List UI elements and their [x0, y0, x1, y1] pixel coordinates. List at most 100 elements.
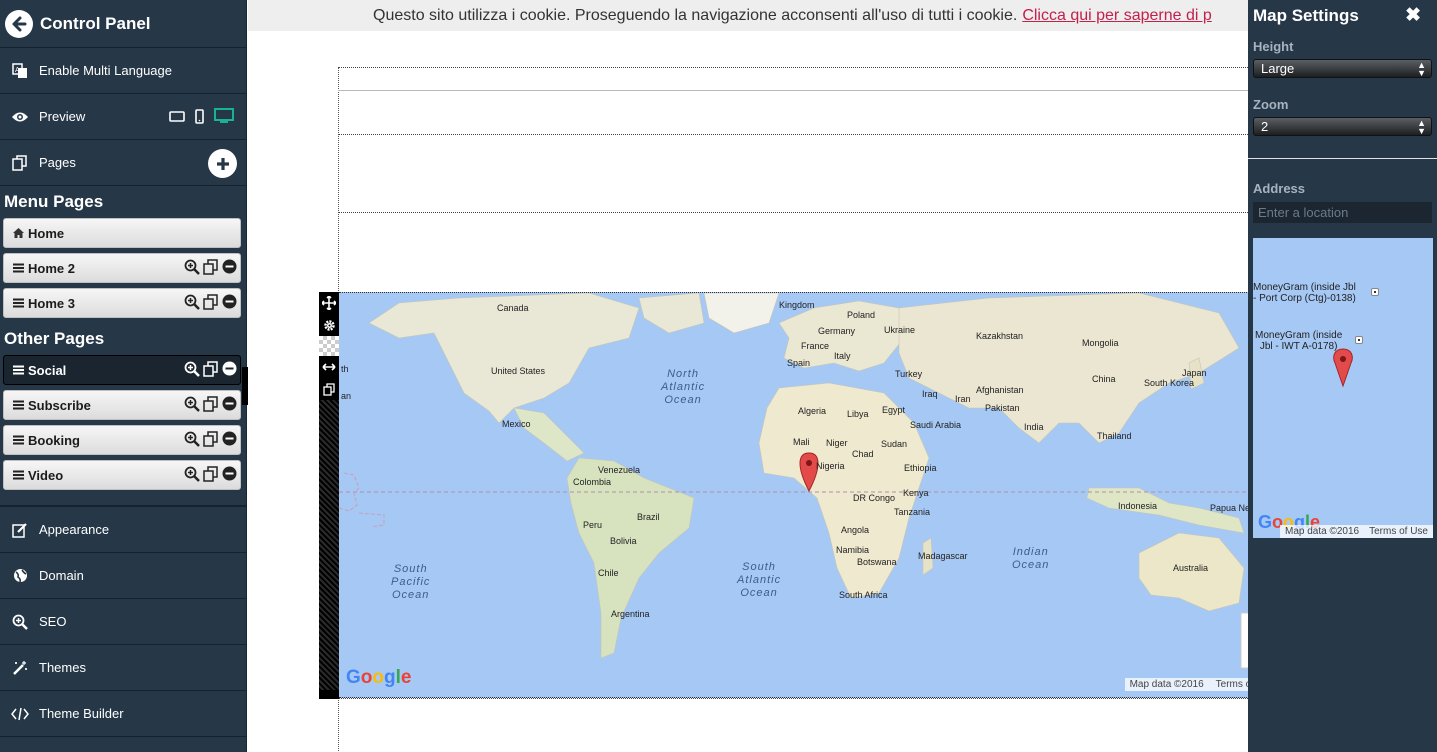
- copy-icon[interactable]: [203, 293, 219, 313]
- resize-horizontal-icon[interactable]: [319, 356, 339, 378]
- sidebar-item-themes[interactable]: Themes: [0, 645, 247, 691]
- zoom-select-value: 2: [1261, 119, 1269, 134]
- cookie-banner: Questo sito utilizza i cookie. Proseguen…: [248, 0, 1248, 31]
- remove-icon[interactable]: [222, 466, 237, 484]
- move-icon[interactable]: [319, 292, 339, 314]
- map-country-label: Peru: [583, 520, 603, 530]
- map-country-label: Niger: [826, 438, 848, 448]
- map-country-label: Iran: [955, 394, 971, 404]
- device-switcher: [169, 108, 234, 127]
- place-marker-dot[interactable]: [1355, 336, 1363, 344]
- map-country-label: Turkey: [895, 369, 923, 379]
- height-select-value: Large: [1261, 61, 1295, 76]
- page-actions: [184, 430, 237, 450]
- map-data-text: Map data ©2016: [1129, 679, 1204, 690]
- code-icon: [11, 705, 29, 723]
- tablet-landscape-icon[interactable]: [169, 110, 185, 125]
- mobile-icon[interactable]: [195, 108, 204, 127]
- map-country-label: Poland: [847, 310, 876, 320]
- menu-page-home[interactable]: Home: [3, 218, 241, 248]
- sidebar-item-seo[interactable]: SEO: [0, 599, 247, 645]
- address-preview-map[interactable]: MoneyGram (inside Jbl - Port Corp (Ctg)-…: [1253, 238, 1433, 538]
- map-country-label: Brazil: [637, 512, 660, 522]
- page-actions: [184, 465, 237, 485]
- map-country-label: th: [341, 364, 349, 374]
- other-page-video[interactable]: Video: [3, 460, 241, 490]
- cookie-more-link[interactable]: Clicca qui per saperne di p: [1022, 7, 1211, 24]
- world-map[interactable]: Canada United States Mexico Venezuela Colomb…: [339, 292, 1248, 698]
- address-input[interactable]: Enter a location: [1253, 202, 1432, 223]
- remove-icon[interactable]: [222, 361, 237, 379]
- map-country-label: Ethiopia: [904, 463, 937, 473]
- copy-icon[interactable]: [203, 258, 219, 278]
- map-settings-title: Map Settings: [1253, 5, 1359, 25]
- zoom-in-icon[interactable]: [184, 396, 200, 415]
- transparency-icon[interactable]: [319, 336, 339, 356]
- copy-icon[interactable]: [203, 395, 219, 415]
- section-divider: [338, 67, 1248, 68]
- zoom-in-icon[interactable]: [184, 294, 200, 313]
- map-country-label: India: [1024, 422, 1044, 432]
- other-page-subscribe[interactable]: Subscribe: [3, 390, 241, 420]
- map-data-text: Map data ©2016: [1285, 526, 1360, 537]
- map-country-label: Papua New: [1210, 503, 1248, 513]
- enable-multi-language-item[interactable]: A Enable Multi Language: [0, 48, 246, 94]
- sidebar-item-label: Appearance: [39, 522, 110, 537]
- copy-icon[interactable]: [203, 465, 219, 485]
- other-pages-list: Social Subscribe Booking Video: [0, 355, 246, 490]
- settings-gear-icon[interactable]: [319, 314, 339, 336]
- preview-item[interactable]: Preview: [0, 94, 246, 140]
- height-select[interactable]: Large ▲ ▼: [1253, 59, 1432, 78]
- zoom-in-icon[interactable]: [184, 361, 200, 380]
- magic-wand-icon: [11, 659, 29, 677]
- back-arrow-icon[interactable]: [5, 9, 33, 38]
- map-country-label: Iraq: [922, 389, 938, 399]
- duplicate-icon[interactable]: [319, 378, 339, 400]
- map-country-label: Italy: [834, 351, 851, 361]
- copy-icon[interactable]: [203, 360, 219, 380]
- map-country-label: Venezuela: [598, 465, 641, 475]
- add-page-button[interactable]: [208, 149, 237, 178]
- copy-icon[interactable]: [203, 430, 219, 450]
- sidebar-item-appearance[interactable]: Appearance: [0, 507, 247, 553]
- height-label: Height: [1253, 39, 1294, 54]
- magnifier-icon: [11, 613, 29, 631]
- remove-icon[interactable]: [222, 431, 237, 449]
- map-block-toolbar: [319, 292, 339, 699]
- menu-page-home-3[interactable]: Home 3: [3, 288, 241, 318]
- control-panel-title: Control Panel: [40, 13, 151, 33]
- sidebar-item-theme-builder[interactable]: Theme Builder: [0, 691, 247, 737]
- page-name: Home 2: [28, 260, 75, 276]
- page-actions: [184, 360, 237, 380]
- zoom-in-icon[interactable]: [184, 431, 200, 450]
- desktop-icon[interactable]: [214, 108, 234, 127]
- remove-icon[interactable]: [222, 259, 237, 277]
- map-country-label: Australia: [1173, 563, 1209, 573]
- other-page-social[interactable]: Social: [3, 355, 241, 385]
- remove-icon[interactable]: [222, 294, 237, 312]
- close-icon[interactable]: ✖: [1405, 4, 1421, 27]
- pages-item[interactable]: Pages: [0, 140, 246, 186]
- map-country-label: Argentina: [611, 609, 650, 619]
- map-country-label: Thailand: [1097, 431, 1132, 441]
- map-ocean-label: South Atlantic Ocean: [737, 561, 782, 599]
- remove-icon[interactable]: [222, 396, 237, 414]
- zoom-in-icon[interactable]: [184, 259, 200, 278]
- translate-icon: A: [11, 62, 29, 80]
- map-terms-link[interactable]: Terms of Use: [1369, 526, 1428, 537]
- control-panel-sidebar: Control Panel A Enable Multi Language Pr…: [0, 0, 247, 752]
- list-icon: [13, 363, 24, 378]
- menu-pages-title: Menu Pages: [4, 192, 104, 211]
- other-page-booking[interactable]: Booking: [3, 425, 241, 455]
- zoom-in-icon[interactable]: [184, 466, 200, 485]
- menu-page-home-2[interactable]: Home 2: [3, 253, 241, 283]
- sidebar-item-domain[interactable]: Domain: [0, 553, 247, 599]
- svg-text:A: A: [15, 66, 20, 74]
- map-terms-link[interactable]: Terms of: [1216, 679, 1248, 690]
- map-country-label: Libya: [847, 409, 869, 419]
- plus-icon: [216, 157, 229, 170]
- map-country-label: Indonesia: [1118, 501, 1158, 511]
- zoom-select[interactable]: 2 ▲ ▼: [1253, 117, 1432, 136]
- place-marker-dot[interactable]: [1371, 288, 1379, 296]
- sidebar-item-label: Theme Builder: [39, 706, 124, 721]
